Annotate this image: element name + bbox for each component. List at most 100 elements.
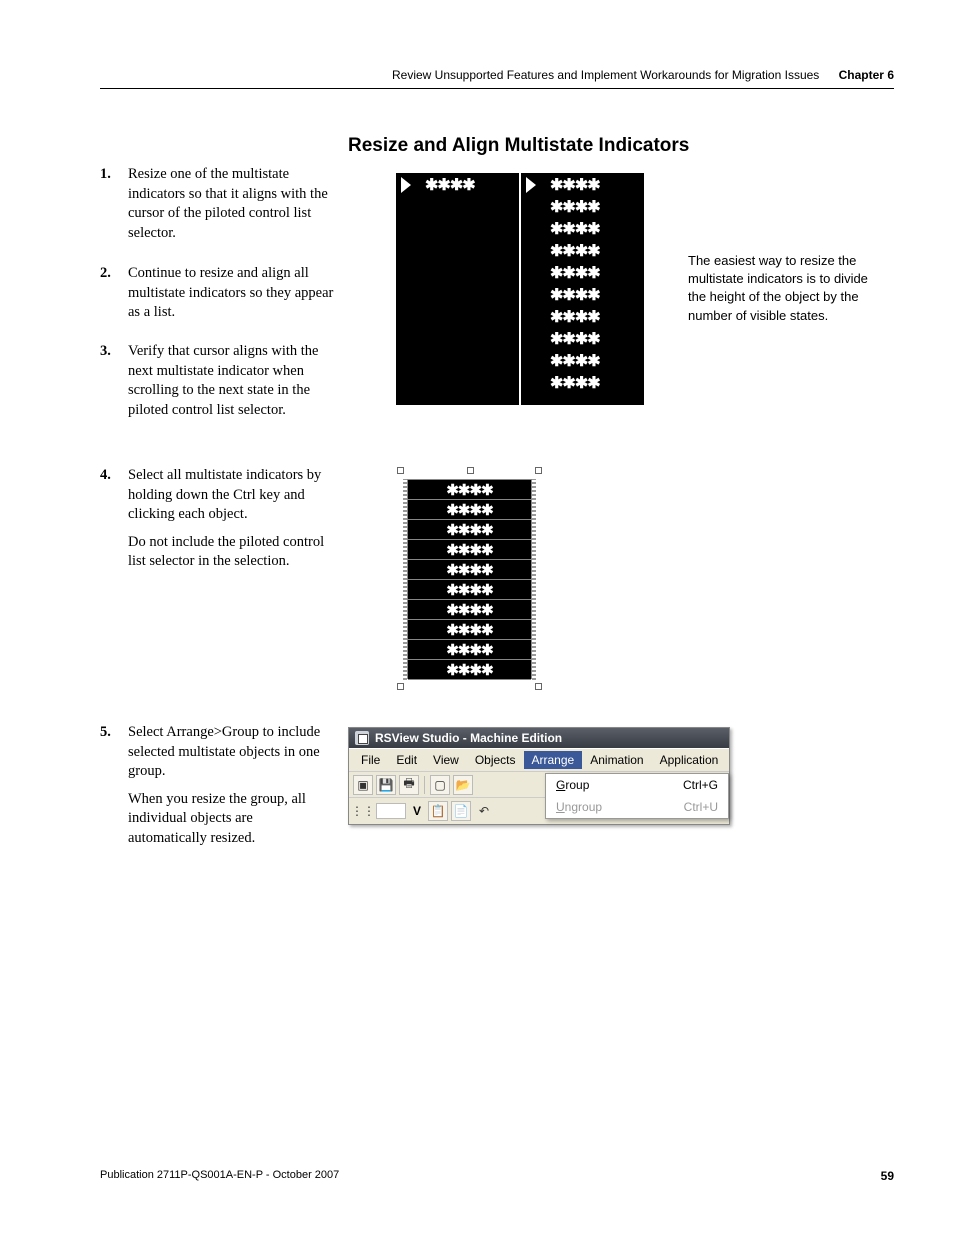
breadcrumb: Review Unsupported Features and Implemen… xyxy=(392,68,819,82)
undo-icon[interactable]: ↶ xyxy=(474,801,494,821)
step-number: 5. xyxy=(100,723,122,743)
list-row: ✱✱✱✱ xyxy=(408,620,531,640)
rsview-window: RSView Studio - Machine Edition File Edi… xyxy=(348,727,730,825)
state-label: ✱✱✱✱ xyxy=(446,541,492,559)
menu-item-label: Group xyxy=(556,778,589,792)
step-body: Select Arrange>Group to include selected… xyxy=(128,723,335,782)
step-body: Resize one of the multistate indicators … xyxy=(128,165,335,243)
app-icon xyxy=(355,731,369,745)
state-label: ✱✱✱✱ xyxy=(550,329,600,349)
menu-item-ungroup: Ungroup Ctrl+U xyxy=(546,796,728,818)
list-row: ✱✱✱✱ xyxy=(522,350,643,372)
menu-edit[interactable]: Edit xyxy=(388,751,425,769)
menu-file[interactable]: File xyxy=(353,751,388,769)
figure-selected-indicators: ✱✱✱✱ ✱✱✱✱ ✱✱✱✱ ✱✱✱✱ ✱✱✱✱ ✱✱✱✱ ✱✱✱✱ ✱✱✱✱ … xyxy=(397,467,542,690)
menu-arrange[interactable]: Arrange xyxy=(524,751,583,769)
list-row: ✱✱✱✱ xyxy=(408,500,531,520)
menu-item-group[interactable]: Group Ctrl+G xyxy=(546,774,728,796)
step-number: 2. xyxy=(100,264,122,284)
toolbar-field[interactable] xyxy=(376,803,406,819)
state-label: ✱✱✱✱ xyxy=(446,601,492,619)
list-row: ✱✱✱✱ xyxy=(522,240,643,262)
list-row: ✱✱✱✱ xyxy=(408,540,531,560)
figure-indicator-panels: ✱✱✱✱ ✱✱✱✱ ✱✱✱✱ ✱✱✱✱ ✱✱✱✱ ✱✱✱✱ ✱✱✱✱ ✱✱✱✱ … xyxy=(396,173,644,405)
paste-icon[interactable]: 📄 xyxy=(451,801,471,821)
menu-application[interactable]: Application xyxy=(652,751,727,769)
list-row: ✱✱✱✱ xyxy=(408,660,531,680)
step-2: 2. Continue to resize and align all mult… xyxy=(100,264,335,323)
page-header: Review Unsupported Features and Implemen… xyxy=(392,68,894,82)
piloted-list-selector: ✱✱✱✱ xyxy=(396,173,519,405)
state-label: ✱✱✱✱ xyxy=(446,481,492,499)
list-row: ✱✱✱✱ xyxy=(522,174,643,196)
new-icon[interactable]: ▢ xyxy=(430,775,450,795)
publication-info: Publication 2711P-QS001A-EN-P - October … xyxy=(100,1169,339,1183)
step-body: Select all multistate indicators by hold… xyxy=(128,466,335,525)
step-body: Verify that cursor aligns with the next … xyxy=(128,342,335,420)
arrange-dropdown: Group Ctrl+G Ungroup Ctrl+U xyxy=(545,773,729,819)
menu-item-label: Ungroup xyxy=(556,800,602,814)
menu-view[interactable]: View xyxy=(425,751,467,769)
step-extra: Do not include the piloted control list … xyxy=(128,533,335,572)
page-footer: Publication 2711P-QS001A-EN-P - October … xyxy=(100,1169,894,1183)
list-row: ✱✱✱✱ xyxy=(522,218,643,240)
step-4: 4. Select all multistate indicators by h… xyxy=(100,466,335,572)
list-row: ✱✱✱✱ xyxy=(397,174,518,196)
list-row: ✱✱✱✱ xyxy=(522,328,643,350)
selection-handle xyxy=(397,467,404,474)
toolbar-button[interactable]: ⋮⋮ xyxy=(353,801,373,821)
shortcut-label: Ctrl+U xyxy=(684,800,718,814)
state-label: ✱✱✱✱ xyxy=(550,307,600,327)
state-label: ✱✱✱✱ xyxy=(446,661,492,679)
state-label: ✱✱✱✱ xyxy=(550,219,600,239)
tip-text: The easiest way to resize the multistate… xyxy=(688,252,883,325)
page-number: 59 xyxy=(881,1169,894,1183)
selection-handle xyxy=(397,683,404,690)
state-label: ✱✱✱✱ xyxy=(446,561,492,579)
state-label: ✱✱✱✱ xyxy=(446,621,492,639)
list-row: ✱✱✱✱ xyxy=(522,196,643,218)
window-title: RSView Studio - Machine Edition xyxy=(375,731,562,745)
step-3: 3. Verify that cursor aligns with the ne… xyxy=(100,342,335,420)
state-label: ✱✱✱✱ xyxy=(550,351,600,371)
list-row: ✱✱✱✱ xyxy=(522,306,643,328)
state-label: ✱✱✱✱ xyxy=(550,197,600,217)
state-label: ✱✱✱✱ xyxy=(446,641,492,659)
menu-animation[interactable]: Animation xyxy=(582,751,651,769)
print-icon[interactable]: 🖶 xyxy=(399,775,419,795)
step-number: 4. xyxy=(100,466,122,486)
cursor-icon xyxy=(401,177,411,193)
state-label: ✱✱✱✱ xyxy=(550,175,600,195)
selection-handle xyxy=(535,467,542,474)
step-number: 1. xyxy=(100,165,122,185)
state-label: ✱✱✱✱ xyxy=(446,501,492,519)
state-label: ✱✱✱✱ xyxy=(425,175,475,195)
chapter-label: Chapter 6 xyxy=(839,68,894,82)
state-label: ✱✱✱✱ xyxy=(446,581,492,599)
state-label: ✱✱✱✱ xyxy=(446,521,492,539)
selected-stack: ✱✱✱✱ ✱✱✱✱ ✱✱✱✱ ✱✱✱✱ ✱✱✱✱ ✱✱✱✱ ✱✱✱✱ ✱✱✱✱ … xyxy=(407,479,532,679)
list-row: ✱✱✱✱ xyxy=(408,560,531,580)
state-label: ✱✱✱✱ xyxy=(550,241,600,261)
toolbar-button[interactable]: ▣ xyxy=(353,775,373,795)
step-1: 1. Resize one of the multistate indicato… xyxy=(100,165,335,243)
menu-bar: File Edit View Objects Arrange Animation… xyxy=(349,748,729,772)
title-bar: RSView Studio - Machine Edition xyxy=(349,728,729,748)
state-label: ✱✱✱✱ xyxy=(550,373,600,393)
list-row: ✱✱✱✱ xyxy=(408,480,531,500)
section-title: Resize and Align Multistate Indicators xyxy=(348,135,689,157)
save-icon[interactable]: 💾 xyxy=(376,775,396,795)
step-5: 5. Select Arrange>Group to include selec… xyxy=(100,723,335,848)
copy-icon[interactable]: 📋 xyxy=(428,801,448,821)
list-row: ✱✱✱✱ xyxy=(522,284,643,306)
list-row: ✱✱✱✱ xyxy=(408,580,531,600)
step-extra: When you resize the group, all individua… xyxy=(128,790,335,849)
step-body: Continue to resize and align all multist… xyxy=(128,264,335,323)
open-icon[interactable]: 📂 xyxy=(453,775,473,795)
list-row: ✱✱✱✱ xyxy=(522,262,643,284)
step-number: 3. xyxy=(100,342,122,362)
selection-side-handle xyxy=(532,479,536,680)
cursor-icon xyxy=(526,177,536,193)
multistate-stack: ✱✱✱✱ ✱✱✱✱ ✱✱✱✱ ✱✱✱✱ ✱✱✱✱ ✱✱✱✱ ✱✱✱✱ ✱✱✱✱ … xyxy=(521,173,644,405)
menu-objects[interactable]: Objects xyxy=(467,751,524,769)
